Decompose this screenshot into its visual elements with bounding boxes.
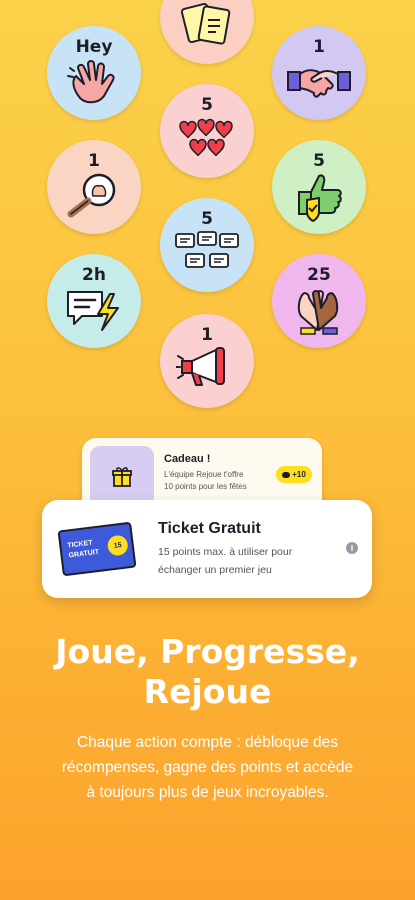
badge-megaphone: 1	[160, 314, 254, 408]
hearts-icon	[179, 118, 233, 157]
message-bubbles-icon	[175, 231, 239, 268]
ticket-card-text-line1: 15 points max. à utiliser pour	[158, 546, 293, 558]
points-value: +10	[292, 470, 306, 479]
gift-icon-tile	[90, 446, 154, 506]
ticket-badge-value: 15	[113, 541, 123, 550]
ticket-text-line1: TICKET	[66, 539, 93, 550]
headline-line1: Joue, Progresse,	[55, 632, 360, 671]
megaphone-icon	[176, 347, 225, 386]
magnifier-icon	[67, 173, 116, 218]
badge-hearts: 5	[160, 84, 254, 178]
badge-high-five: 25	[272, 254, 366, 348]
handshake-icon	[287, 69, 351, 98]
badge-messages: 5	[160, 198, 254, 292]
badge-magnifier: 1	[47, 140, 141, 234]
gift-box-icon	[112, 467, 132, 487]
badge-label: 25	[307, 265, 331, 285]
subtitle: Chaque action compte : débloque des réco…	[40, 730, 375, 805]
gift-cards-icon	[180, 2, 231, 45]
headline-line2: Rejoue	[143, 672, 272, 711]
badge-gift-cards	[160, 0, 254, 64]
free-ticket-card[interactable]: TICKET GRATUIT 15 Ticket Gratuit 15 poin…	[42, 500, 372, 598]
badge-label: 1	[88, 151, 100, 171]
badge-label: Hey	[75, 37, 113, 57]
badge-label: 1	[201, 325, 213, 345]
badge-hey: Hey	[47, 26, 141, 120]
badge-label: 1	[313, 37, 325, 57]
subtitle-line2: récompenses, gagne des points et accède	[61, 759, 354, 776]
gift-card-title: Cadeau !	[164, 453, 211, 465]
coin-icon	[282, 471, 291, 478]
badge-handshake: 1	[272, 26, 366, 120]
badge-fast-reply: 2h	[47, 254, 141, 348]
headline: Joue, Progresse, Rejoue	[0, 632, 415, 712]
ticket-illustration: TICKET GRATUIT 15	[57, 521, 137, 577]
info-icon[interactable]: i	[346, 542, 358, 554]
high-five-icon	[297, 290, 339, 335]
subtitle-line1: Chaque action compte : débloque des	[76, 734, 339, 751]
badge-label: 2h	[82, 265, 106, 285]
ticket-card-title: Ticket Gratuit	[158, 520, 261, 537]
chat-lightning-icon	[67, 291, 119, 331]
ticket-text-line2: GRATUIT	[68, 548, 100, 560]
ticket-badge: 15	[106, 534, 129, 557]
gift-card-text-line2: 10 points pour les fêtes	[164, 482, 247, 491]
badge-label: 5	[201, 209, 213, 229]
subtitle-line3: à toujours plus de jeux incroyables.	[86, 784, 329, 801]
waving-hand-icon	[67, 60, 115, 104]
badge-label: 5	[201, 95, 213, 115]
ticket-card-text-line2: échanger un premier jeu	[158, 564, 272, 576]
thumbs-up-icon	[298, 174, 342, 222]
badge-label: 5	[313, 151, 325, 171]
points-chip: +10	[276, 466, 312, 483]
gift-card-text-line1: L'équipe Rejoue t'offre	[164, 470, 244, 479]
badge-thumbs-up: 5	[272, 140, 366, 234]
